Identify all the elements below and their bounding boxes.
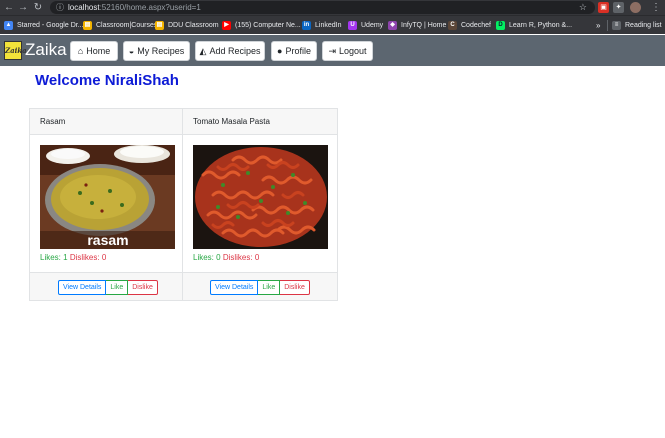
bookmark-item[interactable]: U Udemy [348, 16, 383, 35]
more-bookmarks-icon[interactable]: » [596, 16, 600, 35]
dislikes-count: Dislikes: 0 [69, 253, 107, 262]
like-button[interactable]: Like [258, 280, 281, 295]
dislike-button[interactable]: Dislike [280, 280, 310, 295]
address-bar[interactable]: ⓘ localhost:52160/home.aspx?userid=1 ☆ [50, 1, 595, 14]
my-recipes-button[interactable]: ◒ My Recipes [123, 41, 190, 61]
reading-list-icon: ≡ [612, 21, 621, 30]
add-recipes-button[interactable]: ◭ Add Recipes [195, 41, 265, 61]
view-details-button[interactable]: View Details [210, 280, 259, 295]
site-info-icon[interactable]: ⓘ [56, 1, 64, 14]
udemy-icon: U [348, 21, 357, 30]
classroom-icon: ▤ [155, 21, 164, 30]
bookmark-item[interactable]: D Learn R, Python &... [496, 16, 572, 35]
bookmark-item[interactable]: in LinkedIn [302, 16, 341, 35]
puzzle-icon[interactable]: ✦ [613, 2, 624, 13]
view-details-button[interactable]: View Details [58, 280, 107, 295]
menu-icon[interactable]: ⋮ [651, 0, 661, 15]
linkedin-icon: in [302, 21, 311, 30]
home-icon: ⌂ [77, 46, 84, 56]
recipe-card: Rasam rasam Likes: 1 Dislikes: 0 View De… [30, 109, 182, 300]
recipe-image: rasam [40, 145, 175, 249]
app-navbar: Zaika Zaika ⌂ Home ◒ My Recipes ◭ Add Recip… [0, 35, 665, 66]
action-button-group: View Details Like Dislike [210, 280, 310, 295]
bookmark-item[interactable]: ▤ Classroom|Courses [83, 16, 157, 35]
recipes-icon: ◒ [128, 46, 135, 56]
recipe-image [193, 145, 328, 249]
likes-count: Likes: 1 [40, 253, 68, 262]
classroom-icon: ▤ [83, 21, 92, 30]
bookmark-star-icon[interactable]: ☆ [579, 1, 587, 14]
recipe-title: Tomato Masala Pasta [183, 109, 337, 135]
recipe-grid: Rasam rasam Likes: 1 Dislikes: 0 View De… [29, 108, 338, 301]
bookmark-item[interactable]: ▲ Starred - Google Dr... [4, 16, 84, 35]
youtube-icon: ▶ [222, 21, 231, 30]
bookmark-item[interactable]: ◆ InfyTQ | Home [388, 16, 446, 35]
back-icon[interactable]: ← [3, 0, 15, 15]
reload-icon[interactable]: ↻ [32, 0, 44, 15]
recipe-title: Rasam [30, 109, 182, 135]
add-recipe-icon: ◭ [199, 45, 207, 56]
codechef-icon: C [448, 21, 457, 30]
datacamp-icon: D [496, 21, 505, 30]
image-caption: rasam [87, 232, 128, 248]
card-footer: View Details Like Dislike [183, 272, 337, 300]
bookmarks-bar: ▲ Starred - Google Dr... ▤ Classroom|Cours… [0, 15, 665, 34]
likes-count: Likes: 0 [193, 253, 221, 262]
logo[interactable]: Zaika [4, 41, 27, 60]
bookmark-item[interactable]: ▤ DDU Classroom [155, 16, 219, 35]
card-footer: View Details Like Dislike [30, 272, 182, 300]
google-drive-icon: ▲ [4, 21, 13, 30]
recipe-stats: Likes: 0 Dislikes: 0 [193, 253, 259, 262]
page-title: Welcome NiraliShah [35, 72, 179, 89]
avatar[interactable] [630, 2, 641, 13]
infytq-icon: ◆ [388, 21, 397, 30]
logout-button[interactable]: ⇥ Logout [322, 41, 373, 61]
url-text: localhost:52160/home.aspx?userid=1 [68, 3, 201, 12]
bookmarks-divider [607, 20, 608, 31]
bookmark-item[interactable]: C Codechef [448, 16, 491, 35]
like-button[interactable]: Like [106, 280, 129, 295]
dislikes-count: Dislikes: 0 [222, 253, 260, 262]
home-button[interactable]: ⌂ Home [70, 41, 118, 61]
logout-icon: ⇥ [328, 45, 336, 56]
brand-title[interactable]: Zaika [25, 37, 67, 63]
action-button-group: View Details Like Dislike [58, 280, 158, 295]
bookmark-item[interactable]: ▶ (155) Computer Ne... [222, 16, 301, 35]
profile-button[interactable]: ● Profile [271, 41, 317, 61]
dislike-button[interactable]: Dislike [128, 280, 158, 295]
reading-list[interactable]: ≡ Reading list [612, 16, 662, 35]
recipe-stats: Likes: 1 Dislikes: 0 [40, 253, 106, 262]
recipe-card: Tomato Masala Pasta Likes: 0 Dislikes: 0… [182, 109, 337, 300]
user-icon: ● [277, 46, 283, 56]
browser-toolbar: ← → ↻ ⓘ localhost:52160/home.aspx?userid… [0, 0, 665, 15]
extension-icon[interactable]: ▣ [598, 2, 609, 13]
forward-icon[interactable]: → [17, 0, 29, 15]
